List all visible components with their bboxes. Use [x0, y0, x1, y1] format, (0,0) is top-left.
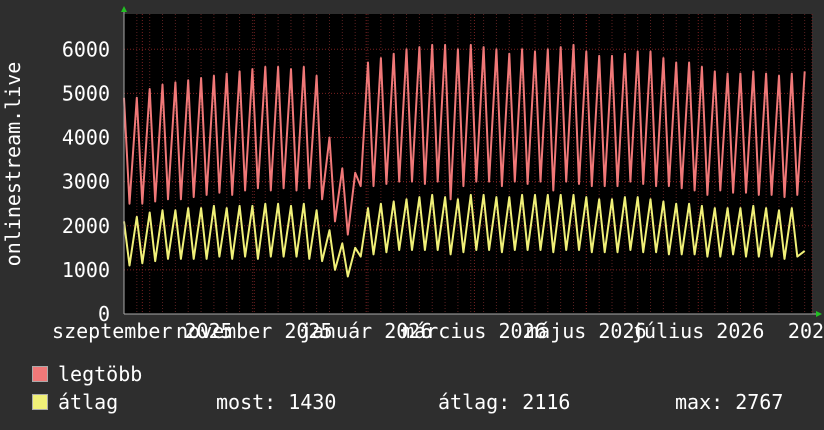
y-tick-label: 1000 [62, 258, 110, 282]
stat-max: max: 2767 [675, 390, 784, 414]
y-tick-label: 3000 [62, 170, 110, 194]
y-axis-label: onlinestream.live [1, 62, 25, 267]
legend-label-legtobb: legtöbb [58, 362, 143, 386]
y-tick-label: 6000 [62, 37, 110, 61]
stat-now: most: 1430 [216, 390, 337, 414]
x-tick-label: május 2026 [526, 319, 646, 343]
x-tick-label: március 2026 [402, 319, 547, 343]
y-tick-label: 5000 [62, 81, 110, 105]
y-tick-label: 2000 [62, 214, 110, 238]
y-tick-label: 4000 [62, 126, 110, 150]
y-axis-arrow-icon [121, 6, 127, 12]
legend-label-atlag: átlag [58, 390, 119, 414]
x-tick-label: július 2026 [632, 319, 764, 343]
legend-swatch-legtobb [32, 366, 48, 382]
x-tick-label: 2026 [788, 319, 824, 343]
stat-average: átlag: 2116 [438, 390, 571, 414]
chart: 0100020003000400050006000szeptember 2025… [1, 6, 824, 343]
legend-swatch-atlag [32, 394, 48, 410]
x-axis-arrow-icon [816, 311, 822, 317]
